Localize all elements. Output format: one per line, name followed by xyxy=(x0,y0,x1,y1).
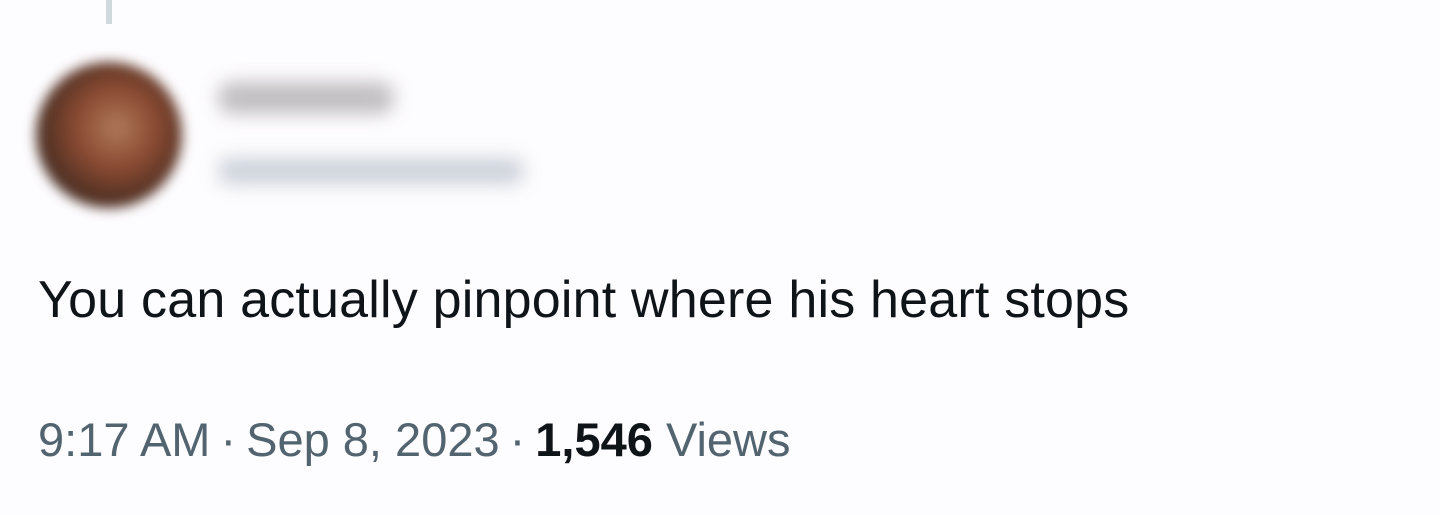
tweet-time[interactable]: 9:17 AM xyxy=(38,413,210,466)
views-label: Views xyxy=(665,413,791,466)
author-display-name-redacted[interactable] xyxy=(218,82,394,114)
tweet-meta: 9:17 AM · Sep 8, 2023 · 1,546 Views xyxy=(38,410,790,470)
meta-separator: · xyxy=(220,413,237,466)
tweet-date[interactable]: Sep 8, 2023 xyxy=(246,413,500,466)
meta-separator: · xyxy=(509,413,526,466)
author-avatar[interactable] xyxy=(36,62,182,208)
views-count: 1,546 xyxy=(535,413,653,466)
thread-connector-line xyxy=(106,0,112,24)
views-link[interactable]: 1,546 Views xyxy=(535,413,790,466)
tweet-text: You can actually pinpoint where his hear… xyxy=(38,271,1130,329)
author-handle-redacted[interactable] xyxy=(218,158,524,184)
